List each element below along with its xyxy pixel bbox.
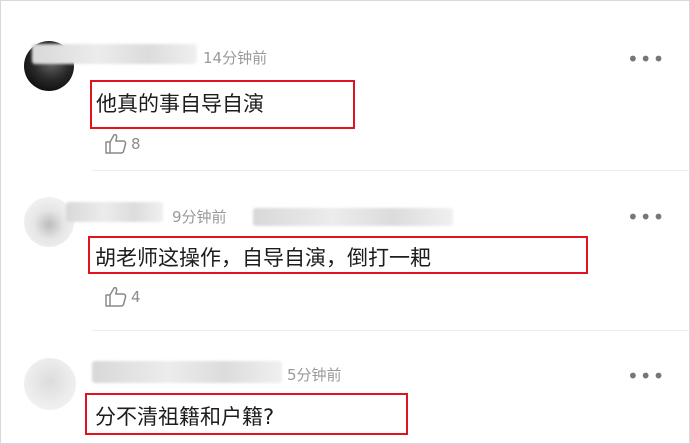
comment-text: 他真的事自导自演 [96,92,264,116]
comment-time: 14分钟前 [203,49,268,67]
like-button[interactable]: 8 [104,133,141,155]
comment-item: 5分钟前 ••• 分不清祖籍和户籍? [0,331,690,444]
username-blurred[interactable] [92,361,282,383]
comment-text: 分不清祖籍和户籍? [95,405,275,429]
like-count: 4 [131,288,141,306]
thumbs-up-icon [105,133,127,154]
more-icon[interactable]: ••• [627,366,665,386]
comment-time: 9分钟前 [172,208,227,226]
location-blurred [253,208,453,226]
comment-item: 14分钟前 ••• 他真的事自导自演 8 [0,0,690,171]
like-button[interactable]: 4 [104,286,141,308]
username-blurred[interactable] [32,44,197,64]
comment-item: 9分钟前 ••• 胡老师这操作，自导自演，倒打一耙 4 [0,171,690,331]
more-icon[interactable]: ••• [627,207,665,227]
thumbs-up-icon [105,286,127,307]
like-count: 8 [131,135,141,153]
username-blurred[interactable] [66,202,163,222]
avatar[interactable] [24,358,76,410]
comment-text: 胡老师这操作，自导自演，倒打一耙 [95,246,431,270]
comment-time: 5分钟前 [287,366,342,384]
more-icon[interactable]: ••• [627,49,665,69]
